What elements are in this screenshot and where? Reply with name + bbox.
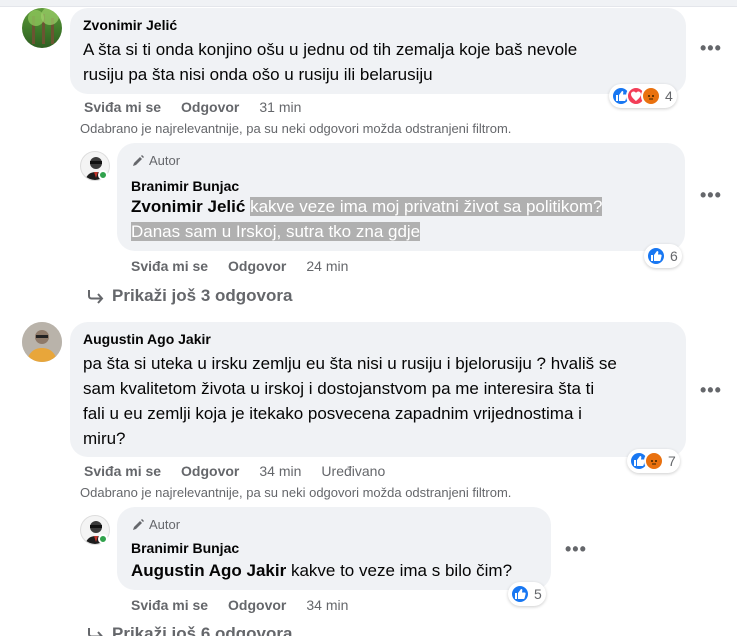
reply-button[interactable]: Odgovor [181,99,239,115]
like-button[interactable]: Sviđa mi se [131,597,208,613]
show-more-replies-label: Prikaži još 6 odgovora [112,624,293,636]
reaction-count: 6 [670,248,678,264]
highlighted-text: kakve veze ima moj privatni život sa pol… [250,197,603,216]
edited-label[interactable]: Uređivano [321,463,385,479]
reply-author[interactable]: Branimir Bunjac [131,540,239,556]
author-badge: Autor [131,153,180,168]
more-options-icon[interactable]: ••• [565,539,587,560]
reply-text: Zvonimir Jelić kakve veze ima moj privat… [131,194,603,219]
comment-time[interactable]: 31 min [259,99,301,115]
comment-text-line: fali u eu zemlji koja je itekako posvece… [83,404,582,423]
top-divider [0,0,737,7]
comment-text-line: rusiju pa šta nisi onda ošo u rusiju ili… [83,65,433,84]
reply-actions: Sviđa mi se Odgovor 24 min [131,258,348,274]
highlighted-text: Danas sam u Irskoj, sutra tko zna gdje [131,222,421,241]
reply-time[interactable]: 34 min [306,597,348,613]
reaction-summary[interactable]: 5 [508,582,546,606]
comment-time[interactable]: 34 min [259,463,301,479]
avatar[interactable] [22,8,62,48]
reply-actions: Sviđa mi se Odgovor 34 min [131,597,348,613]
comment-text-line: miru? [83,429,126,448]
avatar[interactable] [22,322,62,362]
comment-actions: Sviđa mi se Odgovor 34 min Uređivano [84,463,385,479]
reaction-summary[interactable]: 7 [627,449,680,473]
like-button[interactable]: Sviđa mi se [131,258,208,274]
forest-avatar-image [28,8,59,44]
reply-button[interactable]: Odgovor [228,258,286,274]
more-options-icon[interactable]: ••• [700,185,722,206]
like-button[interactable]: Sviđa mi se [84,463,161,479]
comment-text-line: pa šta si uteka u irsku zemlju eu šta ni… [83,354,617,373]
person-avatar-image [22,322,62,362]
online-status-indicator [98,534,108,544]
comment-text-line: sam kvalitetom života u irskoj i dostoja… [83,379,595,398]
like-reaction-icon [510,584,530,604]
author-badge-label: Autor [149,153,181,168]
reply-button[interactable]: Odgovor [181,463,239,479]
reply-text-line: Danas sam u Irskoj, sutra tko zna gdje [131,219,421,244]
reply-arrow-icon [88,628,103,636]
filter-note: Odabrano je najrelevantnije, pa su neki … [80,121,512,136]
show-more-replies-button[interactable]: Prikaži još 6 odgovora [86,624,292,636]
angry-reaction-icon [644,451,664,471]
more-options-icon[interactable]: ••• [700,38,722,59]
more-options-icon[interactable]: ••• [700,380,722,401]
reaction-count: 4 [665,88,673,104]
reaction-count: 5 [534,586,542,602]
filter-note: Odabrano je najrelevantnije, pa su neki … [80,485,512,500]
comment-text-line: A šta si ti onda konjino ošu u jednu od … [83,40,578,59]
angry-reaction-icon [641,86,661,106]
comment-actions: Sviđa mi se Odgovor 31 min [84,99,301,115]
author-badge: Autor [131,517,180,532]
reply-time[interactable]: 24 min [306,258,348,274]
show-more-replies-button[interactable]: Prikaži još 3 odgovora [86,286,292,306]
reaction-summary[interactable]: 4 [609,84,677,108]
comment-author[interactable]: Zvonimir Jelić [83,17,177,33]
mention-link[interactable]: Zvonimir Jelić [131,197,245,216]
pencil-icon [133,518,144,530]
show-more-replies-label: Prikaži još 3 odgovora [112,286,293,305]
comment-author[interactable]: Augustin Ago Jakir [83,331,211,347]
reply-arrow-icon [88,290,104,304]
like-button[interactable]: Sviđa mi se [84,99,161,115]
mention-link[interactable]: Augustin Ago Jakir [131,561,286,580]
online-status-indicator [98,170,108,180]
reply-text-content: kakve to veze ima s bilo čim? [290,561,513,580]
pencil-icon [133,154,144,166]
like-reaction-icon [646,246,666,266]
reaction-count: 7 [668,453,676,469]
reply-button[interactable]: Odgovor [228,597,286,613]
author-badge-label: Autor [149,517,181,532]
reply-author[interactable]: Branimir Bunjac [131,178,239,194]
reply-text: Augustin Ago Jakir kakve to veze ima s b… [131,558,512,583]
reaction-summary[interactable]: 6 [644,244,682,268]
